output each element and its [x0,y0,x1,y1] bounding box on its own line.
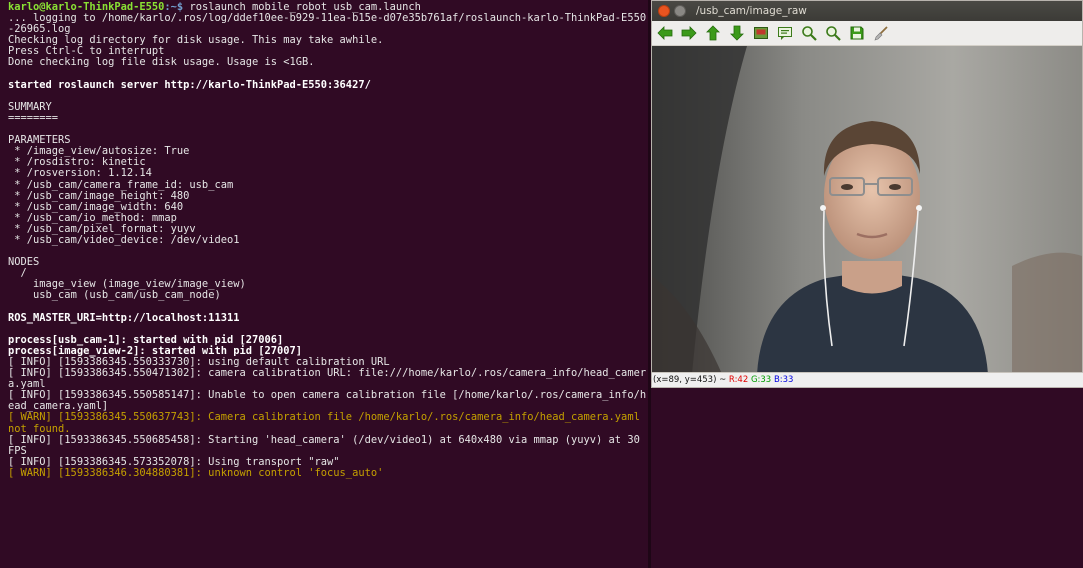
terminal-line: [ INFO] [1593386345.550585147]: Unable t… [8,389,647,413]
zoom-in-icon[interactable] [800,24,818,42]
back-arrow-icon[interactable] [656,24,674,42]
terminal-line: NODES [8,256,40,269]
image-viewer-window[interactable]: /usb_cam/image_raw (x=89, y=453) ~ R:42 … [651,0,1083,388]
viewer-statusbar: (x=89, y=453) ~ R:42 G:33 B:33 [652,372,1083,387]
terminal-line: * /usb_cam/camera_frame_id: usb_cam [8,178,234,191]
up-arrow-icon[interactable] [704,24,722,42]
terminal-window[interactable]: karlo@karlo-ThinkPad-E550:~$ roslaunch m… [0,0,648,568]
terminal-line: ======== [8,111,59,124]
pixel-green: G:33 [750,375,772,385]
pixel-red: R:42 [728,375,749,385]
terminal-line: * /usb_cam/video_device: /dev/video1 [8,233,240,246]
terminal-line: [ INFO] [1593386345.550685458]: Starting… [8,433,647,457]
pixel-blue: B:33 [773,375,794,385]
forward-arrow-icon[interactable] [680,24,698,42]
terminal-line: SUMMARY [8,100,52,113]
terminal-line: [ WARN] [1593386346.304880381]: unknown … [8,466,384,479]
terminal-line: Done checking log file disk usage. Usage… [8,56,315,69]
terminal-line: [ WARN] [1593386345.550637743]: Camera c… [8,411,647,435]
terminal-line: started roslaunch server http://karlo-Th… [8,78,371,91]
camera-image[interactable] [652,46,1082,374]
terminal-line: * /rosversion: 1.12.14 [8,167,152,180]
clean-brush-icon[interactable] [872,24,890,42]
terminal-line: ... logging to /home/karlo/.ros/log/ddef… [8,12,647,36]
viewer-title: /usb_cam/image_raw [696,5,807,17]
save-icon[interactable] [848,24,866,42]
down-arrow-icon[interactable] [728,24,746,42]
window-close-icon[interactable] [658,5,670,17]
fit-image-icon[interactable] [752,24,770,42]
terminal-line: ROS_MASTER_URI=http://localhost:11311 [8,311,240,324]
terminal-line: [ INFO] [1593386345.550471302]: camera c… [8,367,647,391]
viewer-toolbar [652,21,1082,46]
window-minimize-icon[interactable] [674,5,686,17]
fit-text-icon[interactable] [776,24,794,42]
viewer-titlebar[interactable]: /usb_cam/image_raw [652,1,1082,21]
pixel-coords: (x=89, y=453) ~ [653,375,729,385]
zoom-out-icon[interactable] [824,24,842,42]
terminal-line: usb_cam (usb_cam/usb_cam_node) [8,289,221,302]
camera-image-picture [652,46,1082,374]
terminal-output: karlo@karlo-ThinkPad-E550:~$ roslaunch m… [0,0,648,479]
